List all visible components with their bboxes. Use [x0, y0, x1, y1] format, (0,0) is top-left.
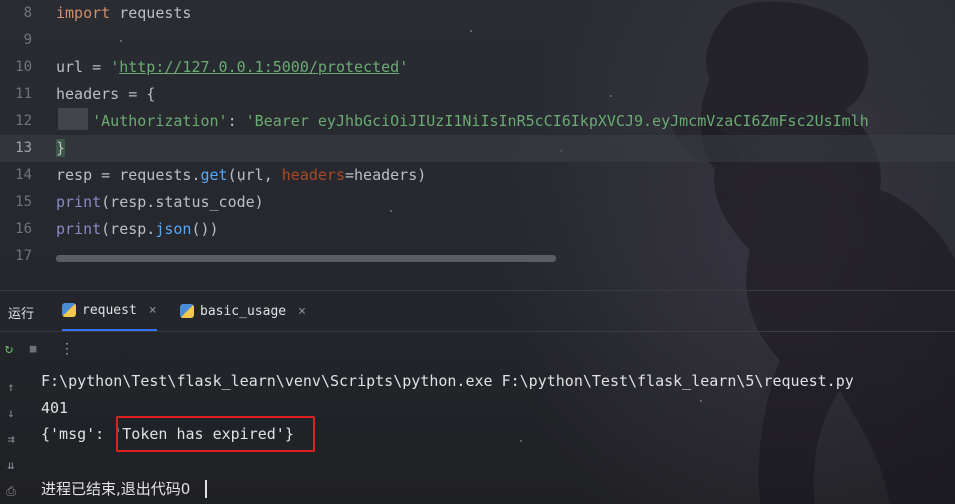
down-icon[interactable]: ↓ [2, 404, 20, 422]
code-text: headers = { [56, 81, 155, 108]
code-line[interactable]: 8 import requests [0, 0, 955, 27]
tab-request[interactable]: request × [62, 291, 157, 331]
annotation-highlight-box [116, 416, 315, 452]
line-number: 13 [15, 140, 32, 156]
scroll-to-end-icon[interactable]: ⇊ [2, 456, 20, 474]
code-token: requests [110, 4, 192, 22]
python-file-icon [62, 303, 76, 317]
code-line[interactable]: 10 url = 'http://127.0.0.1:5000/protected… [0, 54, 955, 81]
code-text: url = 'http://127.0.0.1:5000/protected' [56, 54, 408, 81]
console-output[interactable]: ↑ ↓ ⇉ ⇊ ⎙ F:\python\Test\flask_learn\ven… [0, 366, 955, 504]
console-line-status: 401 [41, 399, 69, 417]
code-line[interactable]: 12 'Authorization': 'Bearer eyJhbGciOiJI… [0, 108, 955, 135]
code-text: 'Authorization': 'Bearer eyJhbGciOiJIUzI… [56, 108, 869, 135]
code-token: http://127.0.0.1:5000/protected [119, 58, 400, 76]
code-token: json [155, 220, 192, 238]
code-text: print(resp.json()) [56, 216, 219, 243]
code-token: : [227, 112, 246, 130]
code-token: resp = requests. [56, 166, 201, 184]
line-number: 14 [15, 167, 32, 183]
code-line[interactable]: 15 print(resp.status_code) [0, 189, 955, 216]
print-icon[interactable]: ⎙ [2, 482, 20, 500]
code-token: print [56, 220, 102, 238]
line-number: 11 [15, 86, 32, 102]
line-number: 8 [23, 5, 32, 21]
code-line[interactable]: 9 [0, 27, 955, 54]
code-token: (resp.status_code) [101, 193, 264, 211]
soft-wrap-icon[interactable]: ⇉ [2, 430, 20, 448]
run-toolbar: ↻ ■ ⋮ [0, 331, 955, 365]
code-token: get [200, 166, 228, 184]
tab-label: basic_usage [200, 303, 287, 319]
stop-icon[interactable]: ■ [24, 340, 42, 358]
code-line[interactable]: 16 print(resp.json()) [0, 216, 955, 243]
text-cursor [205, 480, 207, 498]
line-number: 15 [15, 194, 32, 210]
code-token: headers [281, 166, 345, 184]
rerun-icon[interactable]: ↻ [0, 340, 18, 358]
more-options-icon[interactable]: ⋮ [58, 340, 76, 358]
run-panel-title: 运行 [8, 307, 35, 322]
code-line[interactable]: 14 resp = requests.get(url, headers=heade… [0, 162, 955, 189]
line-number: 16 [15, 221, 32, 237]
line-number: 12 [15, 113, 32, 129]
console-line-command: F:\python\Test\flask_learn\venv\Scripts\… [41, 372, 854, 390]
tab-label: request [82, 302, 137, 318]
code-line[interactable]: 13} [0, 135, 955, 162]
close-icon[interactable]: × [149, 303, 157, 318]
code-token: 'Bearer eyJhbGciOiJIUzI1NiIsInR5cCI6IkpX… [245, 112, 869, 130]
code-token: ' [399, 58, 409, 76]
code-editor[interactable]: 8 import requests 9 10 url = 'http://127.0.0… [0, 0, 955, 268]
code-token: ()) [191, 220, 219, 238]
code-text: } [56, 135, 66, 162]
up-icon[interactable]: ↑ [2, 378, 20, 396]
tab-basic-usage[interactable]: basic_usage × [180, 291, 306, 331]
line-number: 9 [23, 32, 32, 48]
code-token: print [56, 193, 102, 211]
code-token: =headers) [345, 166, 427, 184]
code-text: resp = requests.get(url, headers=headers… [56, 162, 426, 189]
line-number: 17 [15, 248, 32, 264]
code-token: (resp. [101, 220, 156, 238]
close-icon[interactable]: × [298, 304, 306, 319]
console-line-exit: 进程已结束,退出代码0 [41, 480, 191, 498]
code-token: url = [56, 58, 111, 76]
horizontal-scrollbar[interactable] [56, 255, 556, 262]
run-tool-window-header: 运行 request × basic_usage × [0, 290, 955, 331]
code-line[interactable]: 11 headers = { [0, 81, 955, 108]
code-token: headers = { [56, 85, 156, 103]
code-text: print(resp.status_code) [56, 189, 264, 216]
code-token: (url, [227, 166, 282, 184]
code-token: import [56, 4, 111, 22]
python-file-icon [180, 304, 194, 318]
line-number: 10 [15, 59, 32, 75]
code-token: ' [110, 58, 120, 76]
code-token: 'Authorization' [92, 112, 228, 130]
code-text: import requests [56, 0, 191, 27]
code-token: } [56, 139, 66, 157]
